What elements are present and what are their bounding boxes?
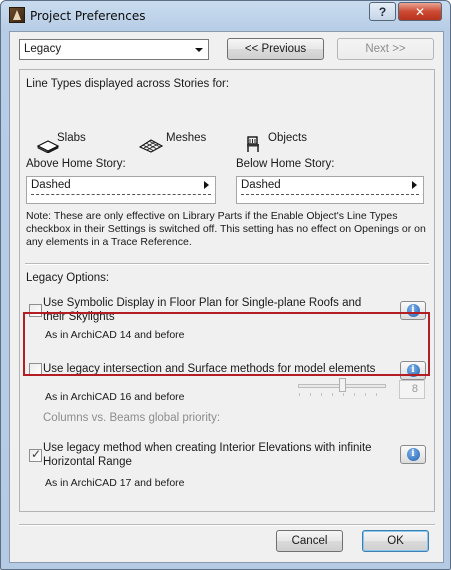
project-preferences-window: Project Preferences ? ✕ Legacy << Previo… (0, 0, 451, 570)
priority-slider-thumb[interactable] (339, 378, 346, 392)
previous-button[interactable]: << Previous (227, 38, 324, 60)
interior-elevations-checkbox[interactable] (29, 447, 42, 462)
mesh-icon (139, 139, 163, 153)
interior-elevations-label[interactable]: Use legacy method when creating Interior… (43, 442, 383, 469)
slabs-label: Slabs (57, 132, 86, 144)
above-home-story-line-type[interactable]: Dashed (26, 176, 216, 204)
info-icon: i (406, 448, 420, 461)
preset-dropdown-value: Legacy (24, 43, 62, 55)
below-line-type-value: Dashed (241, 179, 281, 191)
legacy-options-heading: Legacy Options: (26, 272, 110, 284)
objects-label: Objects (268, 132, 307, 144)
preferences-panel: Line Types displayed across Stories for:… (19, 69, 435, 512)
above-home-story-label: Above Home Story: (26, 158, 126, 170)
chair-icon (247, 136, 259, 152)
info-button[interactable]: i (400, 445, 426, 464)
priority-value: 8 (411, 383, 418, 395)
next-button[interactable]: Next >> (337, 38, 434, 60)
window-title: Project Preferences (30, 9, 146, 23)
line-types-heading: Line Types displayed across Stories for: (26, 78, 230, 90)
title-bar[interactable]: Project Preferences ? ✕ (1, 1, 450, 31)
chevron-down-icon (195, 48, 203, 52)
dashed-line-preview (31, 194, 211, 195)
below-home-story-line-type[interactable]: Dashed (236, 176, 424, 204)
option-version-note: As in ArchiCAD 16 and before (45, 391, 185, 403)
preset-dropdown[interactable]: Legacy (19, 39, 209, 60)
help-icon[interactable]: ? (369, 2, 396, 21)
dialog-body: Legacy << Previous Next >> Line Types di… (9, 31, 444, 563)
slab-icon (37, 140, 59, 153)
priority-slider-ticks (299, 393, 387, 396)
section-divider (25, 263, 429, 265)
archicad-app-icon (9, 7, 25, 23)
ok-button[interactable]: OK (362, 530, 429, 552)
footer-divider (19, 524, 435, 526)
priority-value-field[interactable]: 8 (399, 380, 425, 399)
cancel-button[interactable]: Cancel (276, 530, 343, 552)
chevron-right-icon (204, 181, 209, 189)
above-line-type-value: Dashed (31, 179, 71, 191)
line-types-note: Note: These are only effective on Librar… (26, 210, 426, 248)
columns-beams-priority-label: Columns vs. Beams global priority: (43, 412, 221, 424)
chevron-right-icon (412, 181, 417, 189)
option-version-note: As in ArchiCAD 17 and before (45, 477, 185, 489)
meshes-label: Meshes (166, 132, 207, 144)
close-icon[interactable]: ✕ (398, 2, 442, 21)
dashed-line-preview (241, 194, 419, 195)
highlight-box (23, 312, 430, 376)
below-home-story-label: Below Home Story: (236, 158, 335, 170)
